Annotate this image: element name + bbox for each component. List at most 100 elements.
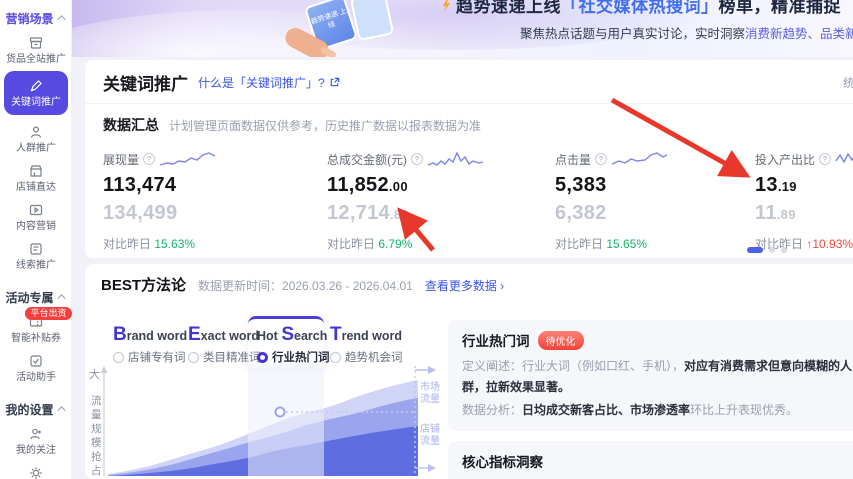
sidebar-item-label: 内容营销: [5, 220, 66, 232]
banner-headline: 趋势速递上线「社交媒体热搜词」榜单，精准捕捉: [456, 0, 841, 17]
metric-label: 投入产出比: [755, 151, 815, 168]
insight-title: 核心指标洞察: [462, 451, 853, 471]
sidebar-group-label: 我的设置: [5, 401, 53, 418]
metric-clicks: 点击量 5,383 6,382 对比昨日 15.65%: [555, 148, 765, 252]
sidebar-item-auto-rules[interactable]: 自动规则: [4, 462, 68, 479]
data-summary-card: 关键词推广 什么是「关键词推广」? 统计 数据汇总 计划管理页面数据仅供参考，历…: [85, 60, 853, 258]
metric-label: 点击量: [555, 151, 591, 168]
sidebar-item-keyword[interactable]: 关键词推广: [4, 71, 68, 115]
sidebar-item-smart-subsidy[interactable]: 平台出资 智能补贴券: [4, 311, 68, 348]
metric-value: 5,383: [555, 174, 765, 197]
to-optimize-badge: 待优化: [538, 331, 584, 350]
svg-text:量: 量: [91, 409, 102, 421]
svg-text:抢: 抢: [91, 450, 102, 463]
radio-icon[interactable]: [113, 352, 124, 363]
svg-text:流量: 流量: [420, 392, 440, 405]
sidebar-item-label: 智能补贴券: [5, 332, 66, 344]
sidebar-item-activity-helper[interactable]: 活动助手: [4, 350, 68, 387]
arrow-right-icon: [428, 366, 436, 374]
clipped-right-text: 统计: [843, 74, 853, 91]
best-update-time: 数据更新时间：2026.03.26 - 2026.04.01: [198, 277, 413, 294]
banner-subline: 聚焦热点话题与用户真实讨论，实时洞察消费新趋势、品类新机会: [520, 23, 853, 42]
radio-icon[interactable]: [330, 352, 341, 363]
svg-text:占: 占: [91, 464, 102, 477]
metric-impressions: 展现量 113,474 134,499 对比昨日 15.63%: [103, 148, 313, 252]
hot-search-band: [248, 364, 324, 476]
metric-gmv: 总成交金额(元) 11,852.00 12,714.80 对比昨日 6.79%: [327, 148, 537, 252]
svg-text:流量: 流量: [420, 434, 440, 447]
view-more-data-link[interactable]: 查看更多数据 ›: [425, 277, 504, 294]
sidebar: 营销场景 货品全站推广 关键词推广 人群推广 店铺直达 内容营销 线索推广: [0, 0, 72, 479]
what-is-keyword-link[interactable]: 什么是「关键词推广」?: [198, 74, 340, 91]
spark-icon: [438, 0, 454, 12]
shop-icon: [28, 163, 44, 179]
metric-value: 113,474: [103, 174, 313, 197]
metric-roi: 投入产出比 13.19 11.89 对比昨日 ↑10.93%: [755, 148, 853, 252]
video-icon: [28, 202, 44, 218]
gear-icon: [28, 465, 44, 479]
chevron-up-icon: [57, 15, 65, 23]
sidebar-item-content[interactable]: 内容营销: [4, 199, 68, 236]
metric-compare: 对比昨日 15.65%: [555, 235, 765, 252]
help-circle-icon[interactable]: [819, 153, 831, 165]
metric-label: 总成交金额(元): [327, 151, 407, 168]
store-traffic-label: 店铺: [420, 422, 440, 435]
sidebar-group-marketing[interactable]: 营销场景: [0, 8, 71, 28]
best-title: BEST方法论: [101, 274, 186, 295]
sidebar-item-full-site[interactable]: 货品全站推广: [4, 32, 68, 69]
sidebar-item-store-direct[interactable]: 店铺直达: [4, 160, 68, 197]
help-circle-icon[interactable]: [143, 153, 155, 165]
pagination-dot-active[interactable]: [747, 247, 763, 253]
sidebar-group-label: 营销场景: [5, 10, 53, 27]
y-axis-label: 流: [91, 394, 102, 407]
right-panel: 行业热门词 待优化 定义阐述：行业大词（例如口红、手机），对应有消费需求但意向模…: [448, 320, 853, 479]
archive-icon: [28, 35, 44, 51]
arrow-right-icon: [428, 464, 436, 472]
sidebar-item-label: 线索推广: [5, 259, 66, 271]
industry-title: 行业热门词: [462, 330, 530, 350]
metric-value: 13.19: [755, 174, 853, 197]
pagination-dot[interactable]: [781, 247, 787, 253]
sidebar-group-label: 活动专属: [5, 289, 53, 306]
definition-line: 定义阐述：行业大词（例如口红、手机），对应有消费需求但意向模糊的人群，拉新效果显…: [462, 356, 853, 398]
sidebar-item-favorites[interactable]: 我的关注: [4, 423, 68, 460]
sidebar-item-label: 我的关注: [5, 444, 66, 456]
sparkline: [427, 149, 485, 169]
sidebar-item-label: 活动助手: [5, 371, 66, 383]
industry-hot-words-card: 行业热门词 待优化 定义阐述：行业大词（例如口红、手机），对应有消费需求但意向模…: [448, 320, 853, 431]
external-link-icon: [329, 77, 340, 88]
sidebar-group-activity[interactable]: 活动专属: [0, 287, 71, 307]
radio-icon[interactable]: [188, 352, 199, 363]
tab-hot-search[interactable]: Hot Search 行业热门词: [257, 324, 330, 365]
best-methodology-card: BEST方法论 数据更新时间：2026.03.26 - 2026.04.01 查…: [85, 264, 853, 479]
tab-exact-word[interactable]: Exact word 类目精准词: [188, 324, 261, 365]
radio-checked-icon[interactable]: [257, 352, 268, 363]
analysis-line: 数据分析：日均成交新客占比、市场渗透率环比上升表现优秀。: [462, 400, 853, 421]
pagination-dot[interactable]: [769, 247, 775, 253]
tab-trend-word[interactable]: Trend word 趋势机会词: [330, 324, 403, 365]
chevron-up-icon: [57, 406, 65, 414]
sidebar-group-settings[interactable]: 我的设置: [0, 399, 71, 419]
phone-tag-label: 趋势速递 上线: [310, 8, 347, 30]
help-circle-icon[interactable]: [595, 153, 607, 165]
chart-marker-dot: [276, 408, 285, 417]
sidebar-item-audience[interactable]: 人群推广: [4, 121, 68, 158]
metric-prev-value: 12,714.80: [327, 202, 537, 225]
promo-banner[interactable]: 趋势速递 上线 趋势速递上线「社交媒体热搜词」榜单，精准捕捉 聚焦热点话题与用户…: [72, 0, 853, 57]
sidebar-item-label: 店铺直达: [5, 181, 66, 193]
svg-text:模: 模: [91, 437, 102, 449]
flag-icon: [28, 241, 44, 257]
help-circle-icon[interactable]: [411, 153, 423, 165]
sparkline: [611, 149, 669, 169]
metrics-pagination: [747, 247, 787, 253]
svg-text:规: 规: [91, 422, 102, 435]
tab-brand-word[interactable]: Brand word 店铺专有词: [113, 324, 187, 365]
chevron-up-icon: [57, 294, 65, 302]
sidebar-item-leads[interactable]: 线索推广: [4, 238, 68, 275]
axis-arrow-icon: [101, 366, 108, 373]
keyword-promotion-page: 营销场景 货品全站推广 关键词推广 人群推广 店铺直达 内容营销 线索推广: [0, 0, 853, 479]
metric-prev-value: 11.89: [755, 202, 853, 225]
sparkline: [159, 149, 217, 169]
person-icon: [28, 124, 44, 140]
metric-value: 11,852.00: [327, 174, 537, 197]
